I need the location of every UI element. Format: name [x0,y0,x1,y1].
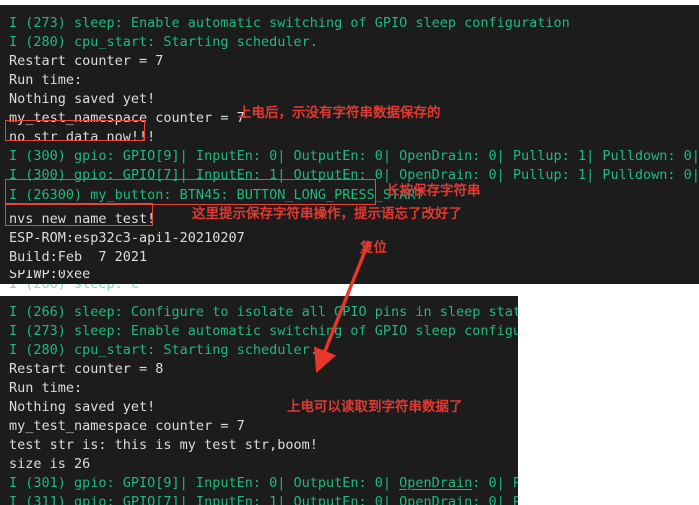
console-line-test-str: test str is: this is my test str,boom! [9,437,318,453]
screenshot-root: I (273) sleep: Enable automatic switchin… [0,0,699,505]
console-line: I (273) sleep: Enable automatic switchin… [9,15,570,31]
console-line: I (280) cpu_start: Starting scheduler. [9,342,318,358]
console-line-spiwp: SPIWP:0xee [9,270,91,282]
desktop-background-right [518,296,699,505]
console-line-gpio7: I (300) gpio: GPIO[7]| InputEn: 1| Outpu… [9,167,699,183]
window-top-margin [0,0,699,5]
console-line: Restart counter = 7 [9,53,164,69]
console-line: Run time: [9,72,83,88]
console-line: Run time: [9,380,83,396]
annotation-power-on-no-str: 上电后，示没有字符串数据保存的 [238,105,441,121]
reset-pointer-arrow [313,240,371,373]
gpio9-suffix: : 0| Pullup: 1| [472,475,518,491]
clipped-console-row-text: I (266) sleep: C [9,284,140,292]
annotation-save-hint: 这里提示保存字符串操作，提示语忘了改好了 [192,206,462,222]
console-line-size: size is 26 [9,456,91,472]
gpio9-prefix: I (301) gpio: GPIO[9]| InputEn: 0| Outpu… [9,475,400,491]
console-line: I (280) cpu_start: Starting scheduler. [9,34,318,50]
console-line-build: Build:Feb 7 2021 [9,249,148,265]
console-line: Nothing saved yet! [9,91,156,107]
annotation-long-press-save: 长按保存字符串 [386,183,481,199]
console-line-gpio7: I (311) gpio: GPIO[7]| InputEn: 1| Outpu… [9,494,518,505]
console-line-gpio9: I (301) gpio: GPIO[9]| InputEn: 0| Outpu… [9,474,518,493]
opendrain-link[interactable]: OpenDrain [399,475,472,491]
console-line: I (266) sleep: Configure to isolate all … [9,304,518,320]
console-line-restart-counter: Restart counter = 8 [9,361,164,377]
console-line-esp-rom: ESP-ROM:esp32c3-api1-20210207 [9,230,245,246]
console-line: I (273) sleep: Enable automatic switchin… [9,323,518,339]
serial-monitor-bottom-panel[interactable]: I (266) sleep: Configure to isolate all … [0,296,518,505]
console-line-no-str-data: no str data now!!! [9,129,156,145]
annotation-power-on-read-str: 上电可以读取到字符串数据了 [287,399,463,415]
console-line-long-press: I (26300) my_button: BTN45: BUTTON_LONG_… [9,187,424,203]
console-line-nvs-new-name: nvs_new_name test! [9,211,156,227]
console-line: my_test_namespace counter = 7 [9,110,245,126]
console-line: my_test_namespace counter = 7 [9,418,245,434]
console-line: Nothing saved yet! [9,399,156,415]
console-line-gpio9: I (300) gpio: GPIO[9]| InputEn: 0| Outpu… [9,148,699,164]
